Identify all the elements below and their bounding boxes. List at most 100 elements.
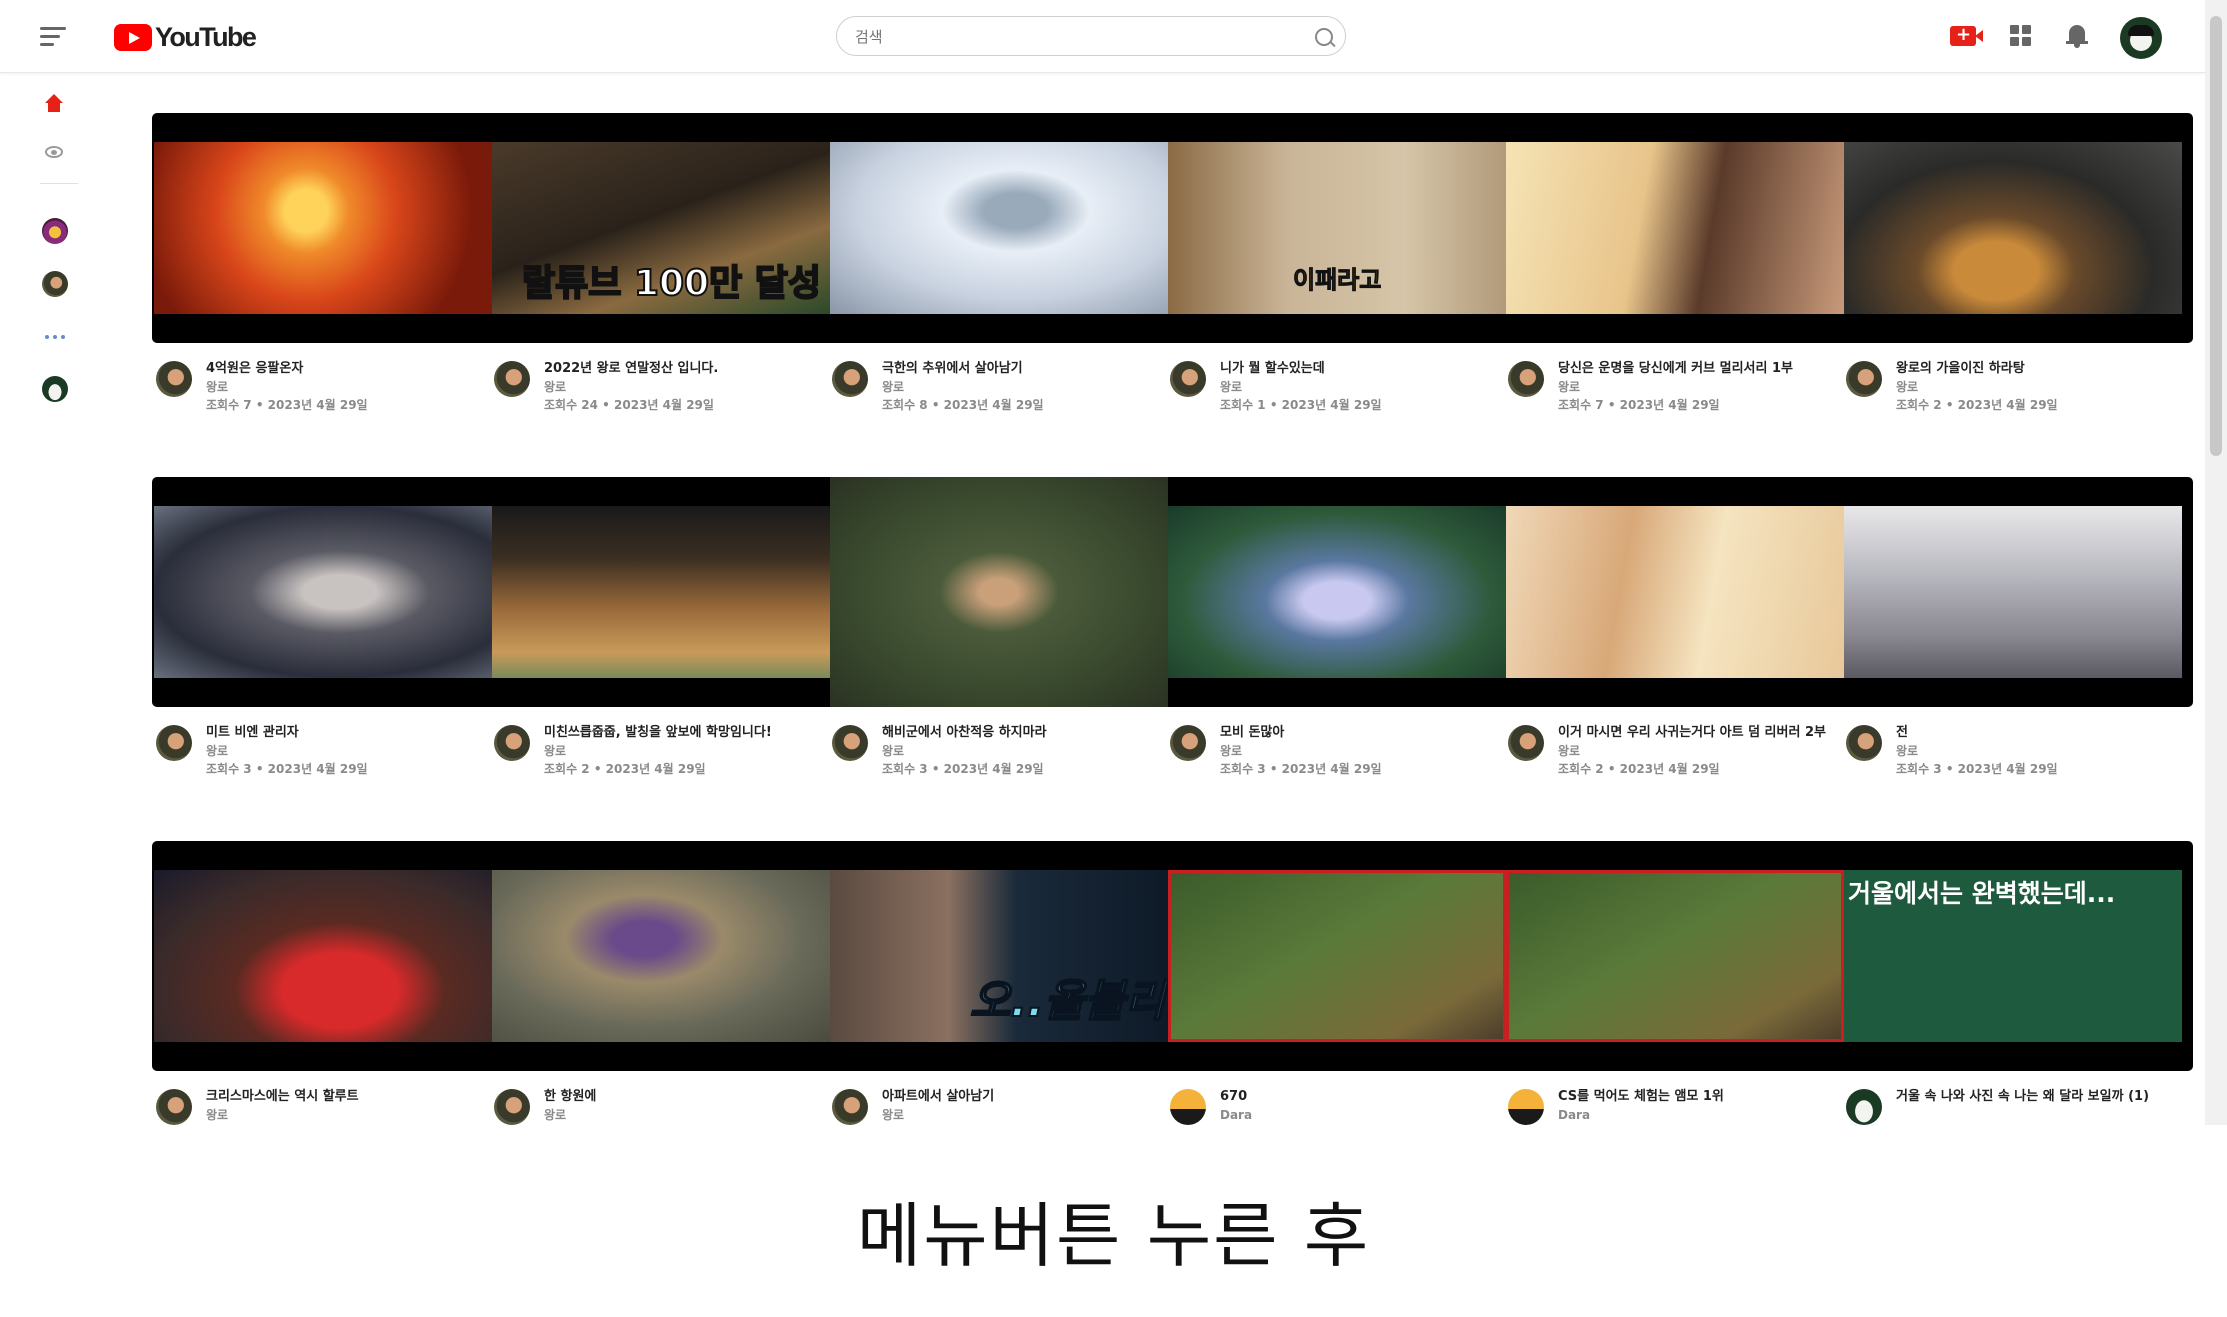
page-scrollbar[interactable] [2205,0,2227,1125]
video-title[interactable]: 극한의 추위에서 살아남기 왕로 조회수 8 • 2023년 4월 29일 [882,360,1154,414]
channel-avatar[interactable] [156,1089,192,1125]
channel-name[interactable]: 왕로 [1896,742,2168,760]
channel-avatar[interactable] [1846,725,1882,761]
video-stats: 조회수 1 • 2023년 4월 29일 [1220,398,1382,412]
video-title[interactable]: 해비군에서 아찬적응 하지마라 왕로 조회수 3 • 2023년 4월 29일 [882,724,1154,778]
channel-avatar[interactable] [1508,1089,1544,1125]
video-title[interactable]: 이거 마시면 우리 사귀는거다 아트 덤 리버러 2부 왕로 조회수 2 • 2… [1558,724,1830,778]
video-thumbnail[interactable]: 오..올블리! [830,870,1168,1042]
video-title[interactable]: 왕로의 가을이진 하라탕 왕로 조회수 2 • 2023년 4월 29일 [1896,360,2168,414]
channel-name[interactable]: 왕로 [544,742,816,760]
channel-name[interactable]: 왕로 [1558,742,1830,760]
channel-name[interactable]: 왕로 [544,378,816,396]
video-title[interactable]: 670 Dara [1220,1088,1492,1124]
scrollbar-thumb[interactable] [2210,16,2222,456]
video-title[interactable]: 미트 비엔 관리자 왕로 조회수 3 • 2023년 4월 29일 [206,724,478,778]
channel-avatar[interactable] [832,361,868,397]
channel-name[interactable]: 왕로 [882,742,1154,760]
video-title[interactable]: 미친쓰릅줍줍, 발칭을 앞보에 학망임니다! 왕로 조회수 2 • 2023년 … [544,724,816,778]
video-title[interactable]: 니가 뭘 할수있는데 왕로 조회수 1 • 2023년 4월 29일 [1220,360,1492,414]
video-title[interactable]: CS를 먹어도 체험는 앰모 1위 Dara [1558,1088,1830,1124]
channel-name[interactable]: 왕로 [882,1106,1154,1124]
sidebar-item-more[interactable] [42,324,68,350]
channel-name[interactable]: Dara [1558,1106,1830,1124]
channel-avatar[interactable] [1170,1089,1206,1125]
video-title[interactable]: 2022년 왕로 연말정산 입니다. 왕로 조회수 24 • 2023년 4월 … [544,360,816,414]
sidebar-item-channel-3[interactable] [42,376,68,402]
create-video-icon[interactable]: + [1950,25,1983,46]
apps-icon[interactable] [2010,25,2032,47]
video-thumbnail[interactable]: 거울에서는 완벽했는데... [1844,870,2182,1042]
channel-name[interactable]: 왕로 [1220,378,1492,396]
thumbnail-strip [152,477,2193,707]
search-icon[interactable] [1315,28,1333,46]
channel-name[interactable]: 왕로 [206,742,478,760]
search-box[interactable] [836,16,1346,56]
channel-name[interactable]: 왕로 [882,378,1154,396]
channel-avatar[interactable] [1846,1089,1882,1125]
video-title[interactable]: 거울 속 나와 사진 속 나는 왜 달라 보일까 (1) [1896,1088,2168,1106]
video-title[interactable]: 아파트에서 살아남기 왕로 [882,1088,1154,1124]
account-avatar[interactable] [2120,17,2162,59]
channel-name[interactable]: 왕로 [1558,378,1830,396]
video-thumbnail[interactable] [1168,506,1506,678]
channel-avatar[interactable] [832,725,868,761]
search-input[interactable] [853,25,1297,49]
channel-avatar[interactable] [494,725,530,761]
video-stats: 조회수 3 • 2023년 4월 29일 [1896,762,2058,776]
channel-avatar[interactable] [1170,361,1206,397]
video-thumbnail[interactable] [154,506,492,678]
sidebar-item-subscriptions[interactable] [42,140,68,166]
sidebar-item-home[interactable] [42,93,68,119]
sidebar-divider [40,183,78,184]
channel-avatar-icon [42,218,68,244]
video-stats: 조회수 2 • 2023년 4월 29일 [544,762,706,776]
video-title[interactable]: 당신은 운명을 당신에게 커브 멀리서리 1부 왕로 조회수 7 • 2023년… [1558,360,1830,414]
sidebar-item-channel-2[interactable] [42,271,68,297]
channel-name[interactable]: 왕로 [1896,378,2168,396]
video-thumbnail[interactable] [492,506,830,678]
video-stats: 조회수 2 • 2023년 4월 29일 [1896,398,2058,412]
video-title[interactable]: 모비 돈많아 왕로 조회수 3 • 2023년 4월 29일 [1220,724,1492,778]
channel-avatar[interactable] [1846,361,1882,397]
video-thumbnail[interactable] [1506,142,1844,314]
channel-avatar[interactable] [1508,725,1544,761]
menu-icon[interactable] [40,24,70,48]
video-thumbnail[interactable] [1506,506,1844,678]
video-thumbnail[interactable] [1506,870,1844,1042]
channel-name[interactable]: Dara [1220,1106,1492,1124]
channel-avatar[interactable] [1170,725,1206,761]
video-thumbnail[interactable] [1844,142,2182,314]
channel-name[interactable]: 왕로 [206,378,478,396]
channel-avatar[interactable] [156,361,192,397]
video-thumbnail[interactable] [830,142,1168,314]
channel-avatar[interactable] [494,1089,530,1125]
video-thumbnail[interactable] [830,477,1168,707]
video-thumbnail[interactable]: 이패라고 [1168,142,1506,314]
video-thumbnail[interactable] [154,142,492,314]
channel-name[interactable]: 왕로 [544,1106,816,1124]
video-title[interactable]: 전 왕로 조회수 3 • 2023년 4월 29일 [1896,724,2168,778]
screenshot-caption: 메뉴버튼 누른 후 [856,1195,1371,1277]
video-thumbnail[interactable] [492,870,830,1042]
video-title[interactable]: 한 항원에 왕로 [544,1088,816,1124]
sidebar-item-channel-1[interactable] [42,218,68,244]
video-thumbnail[interactable]: 랄튜브 100만 달성 [492,142,830,314]
video-thumbnail[interactable] [154,870,492,1042]
channel-avatar-icon [42,376,68,402]
channel-avatar[interactable] [1508,361,1544,397]
video-title[interactable]: 4억원은 응팔온자 왕로 조회수 7 • 2023년 4월 29일 [206,360,478,414]
notifications-bell-icon[interactable] [2066,23,2090,49]
channel-name[interactable]: 왕로 [206,1106,478,1124]
channel-avatar[interactable] [156,725,192,761]
video-stats: 조회수 3 • 2023년 4월 29일 [1220,762,1382,776]
video-title[interactable]: 크리스마스에는 역시 할루트 왕로 [206,1088,478,1124]
channel-name[interactable]: 왕로 [1220,742,1492,760]
video-thumbnail[interactable] [1844,506,2182,678]
channel-avatar[interactable] [832,1089,868,1125]
video-thumbnail[interactable] [1168,870,1506,1042]
thumbnail-overlay-text: 거울에서는 완벽했는데... [1848,879,2116,908]
video-stats: 조회수 7 • 2023년 4월 29일 [206,398,368,412]
channel-avatar[interactable] [494,361,530,397]
youtube-logo[interactable]: YouTube [114,22,257,52]
